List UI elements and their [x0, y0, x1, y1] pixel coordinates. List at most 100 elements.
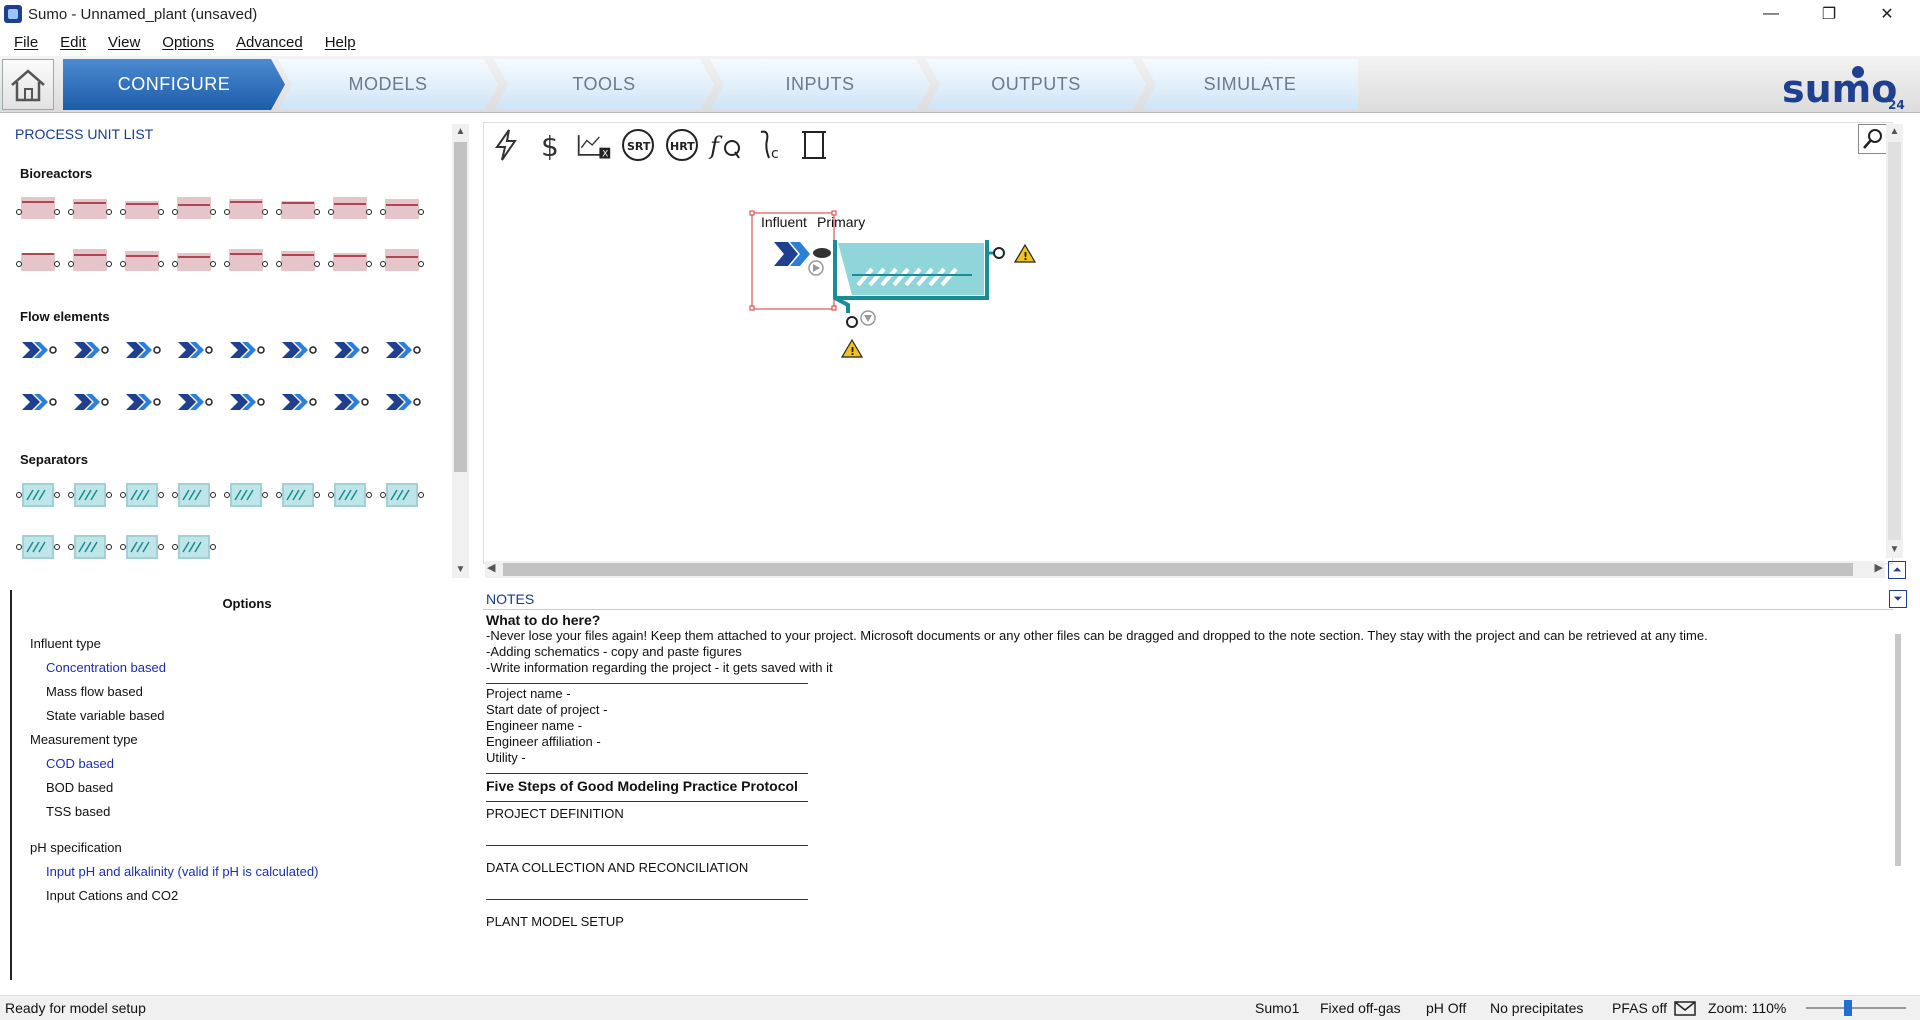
collapse-down-icon[interactable]: ⏷	[1889, 590, 1907, 608]
status-pfas[interactable]: PFAS off	[1612, 1000, 1667, 1016]
option-concentration-based[interactable]: Concentration based	[30, 656, 318, 680]
flow-element-icon[interactable]	[14, 378, 62, 426]
tab-outputs[interactable]: OUTPUTS	[926, 59, 1146, 110]
separator-unit-icon[interactable]	[66, 522, 114, 570]
bioreactor-unit-icon[interactable]	[326, 236, 374, 284]
collapse-up-icon[interactable]: ⏶	[1888, 561, 1906, 579]
flow-element-icon[interactable]	[66, 378, 114, 426]
bioreactor-unit-icon[interactable]	[170, 236, 218, 284]
status-precipitates[interactable]: No precipitates	[1490, 1000, 1583, 1016]
svg-text:24: 24	[1888, 98, 1905, 110]
flow-element-icon[interactable]	[378, 326, 426, 374]
primary-label[interactable]: Primary	[817, 214, 865, 230]
flow-element-icon[interactable]	[326, 326, 374, 374]
bioreactor-unit-icon[interactable]	[118, 236, 166, 284]
menu-options[interactable]: Options	[154, 34, 222, 51]
lightning-icon[interactable]	[488, 126, 524, 164]
bioreactor-unit-icon[interactable]	[14, 184, 62, 232]
tab-tools[interactable]: TOOLS	[494, 59, 714, 110]
srt-icon[interactable]: SRT	[620, 126, 656, 164]
bioreactor-unit-icon[interactable]	[66, 184, 114, 232]
notes-editor[interactable]: What to do here? -Never lose your files …	[484, 612, 1884, 980]
tab-configure[interactable]: CONFIGURE	[63, 59, 285, 110]
zoom-slider-track[interactable]	[1806, 1007, 1906, 1009]
fq-icon[interactable]: f	[708, 126, 744, 164]
bioreactor-unit-icon[interactable]	[378, 184, 426, 232]
tab-inputs[interactable]: INPUTS	[710, 59, 930, 110]
bioreactor-unit-icon[interactable]	[274, 184, 322, 232]
menu-file[interactable]: File	[6, 34, 46, 51]
scroll-icon[interactable]	[796, 126, 832, 164]
close-button[interactable]: ✕	[1858, 0, 1916, 28]
magnifier-icon[interactable]	[1858, 124, 1888, 154]
menu-view[interactable]: View	[100, 34, 148, 51]
separator-unit-icon[interactable]	[118, 470, 166, 518]
flow-element-icon[interactable]	[170, 326, 218, 374]
zoom-slider-handle[interactable]	[1844, 1000, 1852, 1016]
separator-unit-icon[interactable]	[222, 470, 270, 518]
bioreactor-unit-icon[interactable]	[170, 184, 218, 232]
chart-clear-icon[interactable]: X	[576, 126, 612, 164]
option-state-variable-based[interactable]: State variable based	[30, 704, 318, 728]
option-input-cations-co2[interactable]: Input Cations and CO2	[30, 884, 318, 908]
hrt-icon[interactable]: HRT	[664, 126, 700, 164]
bioreactor-unit-icon[interactable]	[66, 236, 114, 284]
bioreactor-unit-icon[interactable]	[326, 184, 374, 232]
status-ph[interactable]: pH Off	[1426, 1000, 1466, 1016]
tab-simulate[interactable]: SIMULATE	[1142, 59, 1358, 110]
flow-element-icon[interactable]	[274, 326, 322, 374]
flow-element-icon[interactable]	[118, 326, 166, 374]
option-bod-based[interactable]: BOD based	[30, 776, 318, 800]
divider	[486, 676, 808, 684]
option-tss-based[interactable]: TSS based	[30, 800, 318, 824]
option-input-ph-alkalinity[interactable]: Input pH and alkalinity (valid if pH is …	[30, 860, 318, 884]
minimize-button[interactable]: —	[1742, 0, 1800, 28]
influent-type-label: Influent type	[30, 636, 101, 651]
flow-element-icon[interactable]	[378, 378, 426, 426]
separator-unit-icon[interactable]	[378, 470, 426, 518]
menu-help[interactable]: Help	[317, 34, 364, 51]
notes-scrollbar[interactable]	[1890, 634, 1907, 866]
mail-icon[interactable]	[1674, 1001, 1696, 1019]
bioreactor-unit-icon[interactable]	[222, 236, 270, 284]
canvas-horizontal-scrollbar[interactable]: ◀ ▶	[485, 561, 1885, 578]
influent-label[interactable]: Influent	[761, 214, 807, 230]
status-offgas[interactable]: Fixed off-gas	[1320, 1000, 1401, 1016]
flow-element-icon[interactable]	[14, 326, 62, 374]
calibration-icon[interactable]: c	[752, 126, 788, 164]
bioreactor-grid	[14, 184, 430, 288]
separator-unit-icon[interactable]	[326, 470, 374, 518]
dollar-icon[interactable]: $	[532, 126, 568, 164]
unit-list-scrollbar[interactable]: ▲ ▼	[452, 124, 469, 578]
flow-element-icon[interactable]	[170, 378, 218, 426]
bioreactor-unit-icon[interactable]	[274, 236, 322, 284]
separator-unit-icon[interactable]	[274, 470, 322, 518]
status-model[interactable]: Sumo1	[1255, 1000, 1299, 1016]
separator-unit-icon[interactable]	[14, 470, 62, 518]
bioreactor-unit-icon[interactable]	[118, 184, 166, 232]
bioreactor-unit-icon[interactable]	[14, 236, 62, 284]
separator-unit-icon[interactable]	[14, 522, 62, 570]
separator-unit-icon[interactable]	[118, 522, 166, 570]
category-bioreactors: Bioreactors	[20, 166, 93, 181]
restore-button[interactable]: ❐	[1800, 0, 1858, 28]
option-mass-flow-based[interactable]: Mass flow based	[30, 680, 318, 704]
separator-unit-icon[interactable]	[66, 470, 114, 518]
canvas-vertical-scrollbar[interactable]: ▲ ▼	[1886, 124, 1903, 558]
flow-element-icon[interactable]	[326, 378, 374, 426]
flow-element-icon[interactable]	[274, 378, 322, 426]
separator-unit-icon[interactable]	[170, 522, 218, 570]
menu-edit[interactable]: Edit	[52, 34, 94, 51]
flow-element-icon[interactable]	[222, 326, 270, 374]
flow-element-icon[interactable]	[222, 378, 270, 426]
flow-element-icon[interactable]	[66, 326, 114, 374]
flowsheet-canvas[interactable]	[483, 122, 1893, 564]
separator-unit-icon[interactable]	[170, 470, 218, 518]
menu-advanced[interactable]: Advanced	[228, 34, 311, 51]
option-cod-based[interactable]: COD based	[30, 752, 318, 776]
tab-models[interactable]: MODELS	[278, 59, 498, 110]
bioreactor-unit-icon[interactable]	[222, 184, 270, 232]
flow-element-icon[interactable]	[118, 378, 166, 426]
bioreactor-unit-icon[interactable]	[378, 236, 426, 284]
home-button[interactable]	[2, 59, 54, 110]
